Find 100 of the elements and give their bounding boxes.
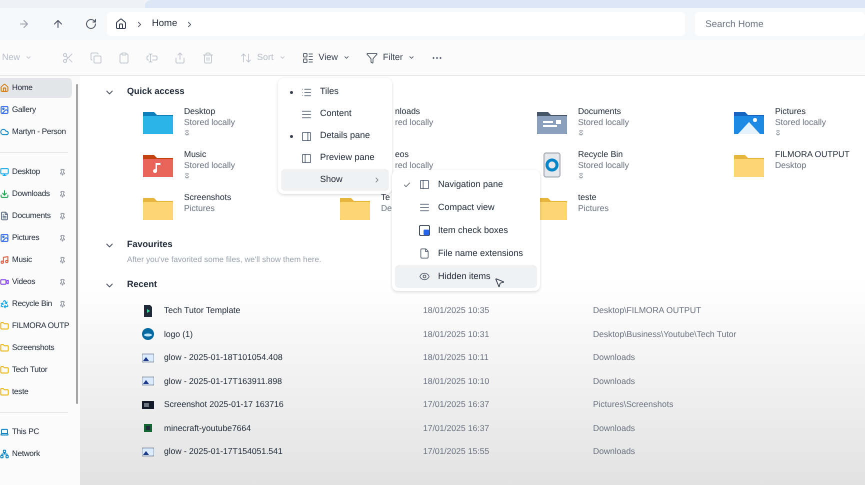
sidebar-item[interactable]: Videos	[0, 272, 68, 292]
file-name[interactable]: Screenshot 2025-01-17 163716	[164, 398, 423, 412]
item-name[interactable]: eos	[395, 149, 434, 160]
pane-icon	[301, 130, 312, 142]
section-title: Quick access	[127, 85, 185, 98]
location-cell: Downloads	[593, 351, 636, 364]
sidebar-item[interactable]: Music	[0, 250, 68, 270]
music-folder-icon	[142, 152, 174, 178]
sidebar-item[interactable]: teste	[0, 382, 68, 402]
folder-icon	[142, 195, 174, 221]
sidebar-item[interactable]: Martyn - Person	[0, 122, 72, 142]
video-icon	[0, 277, 9, 287]
breadcrumb[interactable]: Home	[152, 16, 178, 32]
menu-item[interactable]: File name extensions	[395, 242, 537, 265]
home-icon	[0, 83, 9, 93]
pane-icon	[301, 152, 312, 164]
file-name[interactable]: minecraft-youtube7664	[164, 422, 423, 435]
item-location: Pictures	[184, 203, 216, 214]
item-name[interactable]: teste	[578, 192, 609, 203]
item-name[interactable]: Te	[381, 192, 392, 203]
menu-item[interactable]: Tiles	[281, 81, 389, 103]
menu-item[interactable]: Hidden items	[395, 265, 537, 288]
item-name[interactable]: FILMORA OUTPUT	[775, 149, 850, 160]
sidebar-item[interactable]: Downloads	[0, 184, 68, 204]
sidebar-item[interactable]: This PC	[0, 422, 68, 442]
item-location: Stored locally	[578, 117, 630, 128]
menu-item[interactable]: Compact view	[395, 196, 537, 219]
pictures-folder-icon	[733, 109, 765, 135]
date-cell-text: 18/01/2025 10:11	[423, 351, 490, 364]
item-name[interactable]: Music	[184, 149, 236, 160]
list-icon	[301, 108, 312, 120]
location-cell: Downloads	[593, 445, 636, 458]
folder-icon	[0, 321, 9, 331]
monitor-icon	[0, 167, 9, 177]
item-location: Stored locally	[578, 160, 630, 171]
download-icon	[0, 189, 9, 199]
item-name[interactable]: Recycle Bin	[578, 149, 630, 160]
menu-item[interactable]: Preview pane	[281, 147, 389, 169]
sidebar-item[interactable]: Screenshots	[0, 338, 68, 358]
gallery-icon	[0, 105, 9, 115]
refresh-icon[interactable]	[84, 18, 97, 30]
item-location: De	[381, 203, 392, 214]
music-icon	[0, 255, 9, 265]
checkbox-icon	[419, 225, 430, 236]
folder-icon	[733, 152, 765, 178]
caret-icon	[25, 54, 32, 61]
sidebar-item[interactable]: Documents	[0, 206, 68, 226]
menu-item[interactable]: Navigation pane	[395, 173, 537, 196]
caret-icon	[278, 54, 286, 61]
item-name[interactable]: Desktop	[184, 106, 236, 117]
compact-icon	[419, 202, 430, 213]
logo-icon	[142, 328, 154, 340]
folder-icon	[339, 195, 371, 221]
up-icon[interactable]	[52, 18, 64, 30]
toolbar-button[interactable]: Filter	[358, 46, 423, 70]
menu-item[interactable]: Show	[281, 169, 389, 191]
address-bar[interactable]: Home	[106, 12, 686, 36]
file-name[interactable]: glow - 2025-01-18T101054.408	[164, 351, 423, 364]
toolbar-button[interactable]: View	[294, 46, 358, 70]
item-name[interactable]: Screenshots	[184, 192, 232, 203]
file-name[interactable]: glow - 2025-01-17T154051.541	[164, 445, 423, 458]
date-cell-text: 18/01/2025 10:10	[423, 374, 490, 388]
recycle-bin-icon	[0, 299, 9, 309]
file-icon	[419, 248, 430, 259]
computer-icon	[0, 427, 9, 437]
empty-message: After you've favorited some files, we'll show them here.	[126, 254, 322, 266]
image-file-icon	[142, 352, 154, 364]
date-cell-text: 18/01/2025 10:31	[423, 328, 490, 341]
caret-icon	[408, 54, 415, 61]
menu-item[interactable]: Item check boxes	[395, 219, 537, 242]
file-name[interactable]: glow - 2025-01-17T163911.898	[164, 374, 423, 388]
filter-icon	[366, 52, 378, 64]
folder-icon	[0, 343, 9, 353]
sidebar-item[interactable]: FILMORA OUTP	[0, 316, 68, 336]
cloud-icon	[0, 127, 9, 137]
menu-item[interactable]: Details pane	[281, 125, 389, 147]
file-name[interactable]: logo (1)	[164, 328, 423, 341]
item-location: Stored locally	[775, 117, 826, 128]
sidebar-item[interactable]: Home	[0, 78, 72, 98]
sidebar-item[interactable]: Recycle Bin	[0, 294, 68, 314]
item-name[interactable]: Documents	[578, 106, 630, 117]
forward-icon[interactable]	[18, 18, 30, 30]
section-title: Recent	[127, 278, 158, 292]
sidebar-item[interactable]: Tech Tutor	[0, 360, 68, 380]
sidebar-item[interactable]: Gallery	[0, 100, 72, 120]
scrollbar[interactable]	[76, 84, 78, 404]
file-name[interactable]: Tech Tutor Template	[164, 304, 423, 318]
menu-item[interactable]: Content	[281, 103, 389, 125]
item-location: red locally	[395, 160, 434, 171]
sidebar-item[interactable]: Pictures	[0, 228, 68, 248]
picture-icon	[0, 233, 9, 243]
item-name[interactable]: Pictures	[775, 106, 826, 117]
date-cell-text: 18/01/2025 10:35	[423, 304, 490, 318]
home-icon	[114, 18, 127, 30]
chevron-icon	[373, 176, 381, 184]
sidebar-item[interactable]: Network	[0, 444, 68, 464]
search-field[interactable]: Search Home	[695, 12, 865, 36]
item-name[interactable]: nloads	[395, 106, 434, 117]
sidebar-item[interactable]: Desktop	[0, 162, 68, 182]
image-file-icon	[142, 375, 154, 388]
